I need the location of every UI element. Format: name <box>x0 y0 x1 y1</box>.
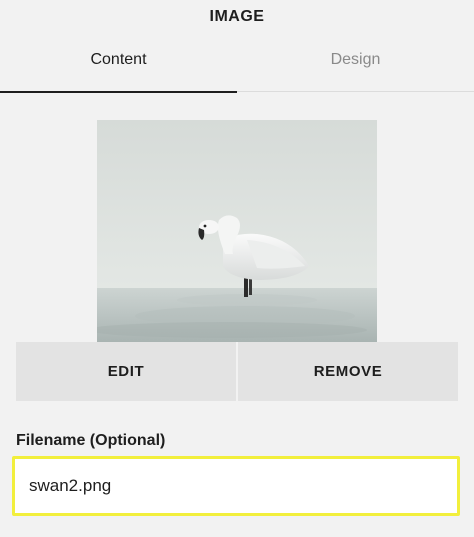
swan-photo <box>97 120 377 342</box>
edit-button[interactable]: EDIT <box>16 342 238 401</box>
filename-input[interactable] <box>12 456 460 516</box>
remove-button[interactable]: REMOVE <box>238 342 458 401</box>
image-preview <box>97 120 377 342</box>
tab-content[interactable]: Content <box>0 38 237 93</box>
filename-label: Filename (Optional) <box>16 432 166 449</box>
image-actions: EDIT REMOVE <box>16 342 458 401</box>
editor-tabs: Content Design <box>0 38 474 93</box>
tab-design[interactable]: Design <box>237 38 474 92</box>
panel-title: IMAGE <box>209 8 265 25</box>
image-block-editor-panel: IMAGE Content Design EDIT REMOVE Filenam… <box>0 0 474 537</box>
